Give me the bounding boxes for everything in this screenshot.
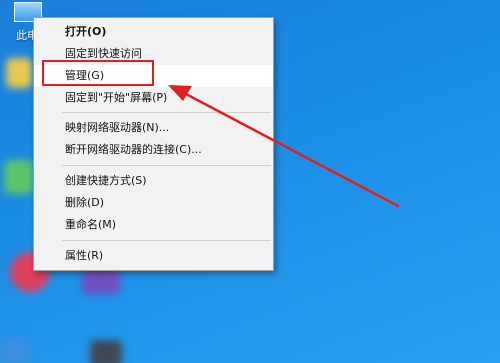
menu-item-pin-quick-access[interactable]: 固定到快速访问 [34, 43, 273, 65]
menu-item-create-shortcut[interactable]: 创建快捷方式(S) [34, 170, 273, 192]
menu-item-rename[interactable]: 重命名(M) [34, 214, 273, 236]
menu-item-open[interactable]: 打开(O) [34, 21, 273, 43]
context-menu: 打开(O) 固定到快速访问 管理(G) 固定到"开始"屏幕(P) 映射网络驱动器… [33, 17, 274, 271]
menu-separator [62, 165, 271, 166]
blurred-desktop-icon[interactable] [6, 58, 32, 88]
menu-item-disconnect-network-drive[interactable]: 断开网络驱动器的连接(C)... [34, 139, 273, 161]
blurred-desktop-icon[interactable] [4, 160, 34, 194]
blurred-desktop-icon[interactable] [0, 338, 30, 363]
menu-item-manage[interactable]: 管理(G) [34, 65, 273, 87]
blurred-desktop-icon[interactable] [90, 340, 122, 363]
menu-item-map-network-drive[interactable]: 映射网络驱动器(N)... [34, 117, 273, 139]
menu-separator [62, 240, 271, 241]
desktop: 此电 打开(O) 固定到快速访问 管理(G) 固定到"开始"屏幕(P) 映射网络… [0, 0, 500, 363]
menu-item-properties[interactable]: 属性(R) [34, 245, 273, 267]
menu-separator [62, 112, 271, 113]
menu-item-delete[interactable]: 删除(D) [34, 192, 273, 214]
menu-item-pin-start[interactable]: 固定到"开始"屏幕(P) [34, 87, 273, 109]
